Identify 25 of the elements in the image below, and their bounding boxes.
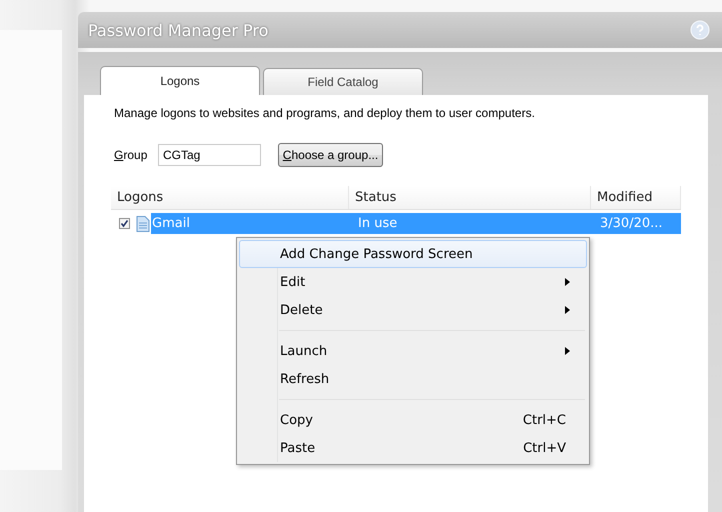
menu-item[interactable]: Edit — [239, 268, 587, 296]
table-cell-text: Gmail — [151, 215, 191, 233]
choose-group-button[interactable]: Choose a group... — [278, 143, 383, 167]
column-header[interactable]: Status — [349, 186, 591, 209]
checkbox[interactable] — [119, 218, 130, 229]
submenu-arrow-icon — [565, 306, 570, 314]
menu-item[interactable]: Add Change Password Screen — [239, 240, 587, 268]
menu-item[interactable]: Delete — [239, 296, 587, 324]
menu-item[interactable]: Copy Ctrl+C — [239, 406, 587, 434]
description-text: Manage logons to websites and programs, and deploy them to user computers. — [114, 106, 536, 120]
table-cell-text: In use — [357, 215, 398, 233]
submenu-arrow-icon — [565, 347, 570, 355]
tab[interactable]: Field Catalog — [263, 68, 423, 95]
window-title: Password Manager Pro — [88, 20, 270, 40]
tab[interactable]: Logons — [100, 66, 260, 95]
column-header[interactable]: Modified — [591, 186, 681, 209]
column-header[interactable]: Logons — [111, 186, 349, 209]
group-field[interactable]: CGTag — [158, 144, 261, 166]
document-icon — [136, 216, 150, 232]
submenu-arrow-icon — [565, 278, 570, 286]
menu-item[interactable]: Paste Ctrl+V — [239, 434, 587, 462]
group-label: Group — [114, 148, 148, 162]
table-cell-text: 3/30/20... — [599, 215, 664, 233]
menu-item[interactable]: Launch — [239, 337, 587, 365]
menu-item[interactable]: Refresh — [239, 365, 587, 393]
